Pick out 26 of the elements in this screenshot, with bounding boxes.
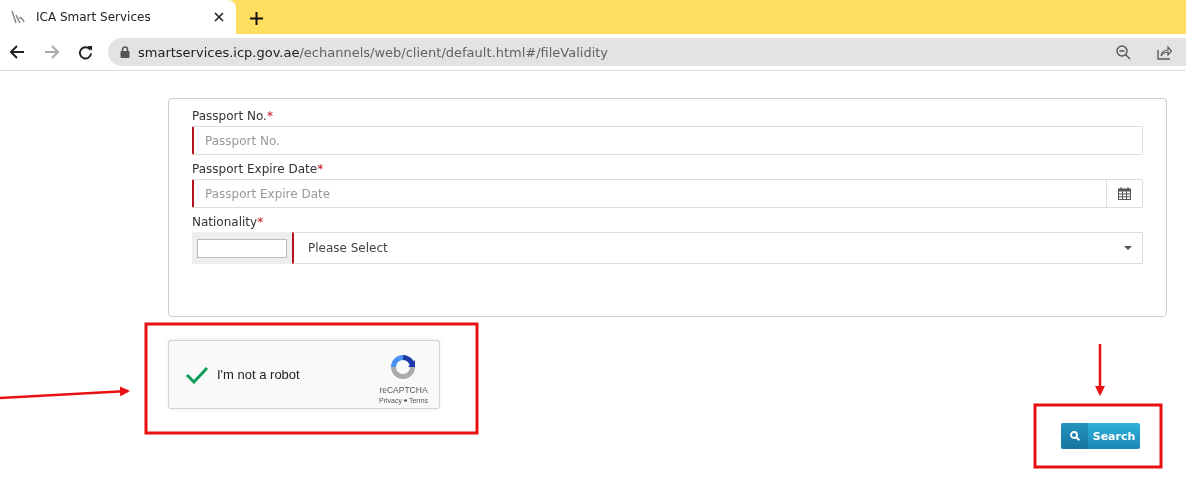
field-label: Nationality <box>192 215 258 229</box>
zoom-out-icon[interactable] <box>1116 44 1131 60</box>
code-field[interactable] <box>197 238 287 258</box>
field-label: Passport Expire Date <box>192 162 318 176</box>
dropdown-caret-icon <box>1124 246 1132 250</box>
annotation-arrow <box>1095 344 1105 396</box>
field-label: Passport No. <box>192 109 267 123</box>
input-field[interactable]: Passport No. <box>192 126 1143 155</box>
search-icon <box>1069 431 1080 441</box>
recaptcha-brand: reCAPTCHA <box>379 384 428 395</box>
close-icon[interactable] <box>214 12 224 22</box>
select-field[interactable]: Please Select <box>292 232 1143 264</box>
calendar-icon <box>1118 187 1131 200</box>
lock-icon <box>120 46 130 58</box>
share-icon[interactable] <box>1157 44 1172 60</box>
browser-tab[interactable]: ICA Smart Services <box>0 0 236 34</box>
favicon-icon <box>10 9 26 25</box>
required-asterisk: * <box>266 109 273 123</box>
checkmark-icon <box>185 365 209 384</box>
required-asterisk: * <box>317 162 324 176</box>
address-bar[interactable]: smartservices.icp.gov.ae/echannels/web/client/default.html#/fileValidity <box>108 38 1186 66</box>
captcha-label: I'm not a robot <box>217 367 301 382</box>
back-icon[interactable] <box>9 45 25 59</box>
new-tab-icon[interactable] <box>250 12 263 25</box>
reload-icon[interactable] <box>77 44 93 60</box>
required-asterisk: * <box>257 215 264 229</box>
